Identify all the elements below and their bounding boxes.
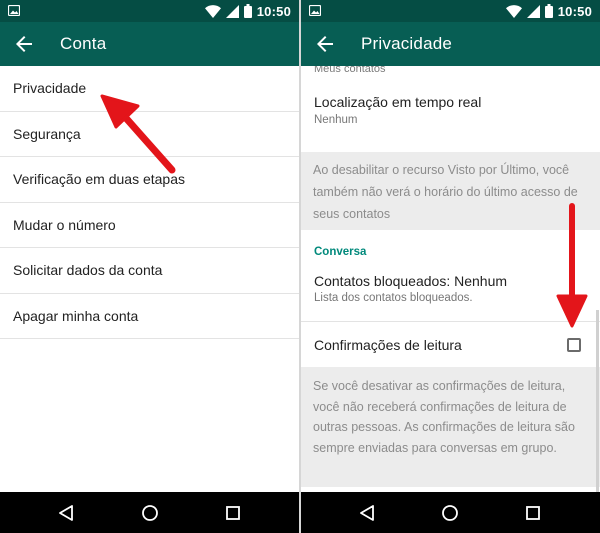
account-menu: Privacidade Segurança Verificação em dua… <box>0 66 299 492</box>
section-header-chat: Conversa <box>314 246 367 258</box>
status-icons: 10:50 <box>505 2 592 20</box>
nav-bar <box>301 492 600 533</box>
arrow-back-icon[interactable] <box>313 32 337 56</box>
menu-item-label: Verificação em duas etapas <box>13 171 185 188</box>
privacy-settings: Meus contatos Localização em tempo real … <box>301 66 600 492</box>
signal-icon <box>225 4 239 18</box>
menu-item-delete-account[interactable]: Apagar minha conta <box>0 294 299 339</box>
privacy-screen: 10:50 Privacidade Meus contatos Localiza… <box>301 0 600 533</box>
setting-subtitle: Lista dos contatos bloqueados. <box>314 292 473 304</box>
menu-item-label: Solicitar dados da conta <box>13 262 163 279</box>
home-circle-icon[interactable] <box>439 502 461 524</box>
image-icon <box>8 5 20 16</box>
menu-item-privacy[interactable]: Privacidade <box>0 66 299 112</box>
read-receipts-checkbox[interactable] <box>567 337 581 352</box>
wifi-icon <box>505 4 522 18</box>
toolbar: Privacidade <box>301 22 600 66</box>
scrollbar[interactable] <box>596 310 599 492</box>
battery-icon <box>544 4 553 18</box>
setting-title: Contatos bloqueados: Nenhum <box>314 273 508 289</box>
account-screen: 10:50 Conta Privacidade Segurança Verifi… <box>0 0 299 533</box>
menu-item-label: Mudar o número <box>13 216 116 233</box>
setting-blocked-contacts[interactable]: Contatos bloqueados: Nenhum Lista dos co… <box>301 260 600 322</box>
partial-setting-value: Meus contatos <box>314 66 386 75</box>
setting-value: Nenhum <box>314 114 358 126</box>
status-bar: 10:50 <box>301 0 600 22</box>
read-receipts-info: Se você desativar as confirmações de lei… <box>301 367 600 487</box>
setting-read-receipts[interactable]: Confirmações de leitura <box>301 322 600 367</box>
menu-item-security[interactable]: Segurança <box>0 112 299 157</box>
image-icon <box>309 5 321 16</box>
nav-bar <box>0 492 299 533</box>
menu-item-change-number[interactable]: Mudar o número <box>0 203 299 248</box>
status-bar: 10:50 <box>0 0 299 22</box>
last-seen-info: Ao desabilitar o recurso Visto por Últim… <box>301 152 600 230</box>
home-circle-icon[interactable] <box>139 502 161 524</box>
back-triangle-icon[interactable] <box>357 502 379 524</box>
menu-item-request-info[interactable]: Solicitar dados da conta <box>0 248 299 294</box>
signal-icon <box>526 4 540 18</box>
menu-item-label: Segurança <box>13 125 81 142</box>
battery-icon <box>243 4 252 18</box>
status-time: 10:50 <box>557 3 592 19</box>
page-title: Privacidade <box>361 34 453 53</box>
menu-item-two-step[interactable]: Verificação em duas etapas <box>0 157 299 203</box>
setting-title: Confirmações de leitura <box>314 336 462 353</box>
menu-item-label: Apagar minha conta <box>13 307 139 324</box>
setting-title: Localização em tempo real <box>314 94 482 110</box>
setting-live-location[interactable]: Localização em tempo real Nenhum <box>301 79 600 152</box>
status-time: 10:50 <box>256 3 291 19</box>
arrow-back-icon[interactable] <box>12 32 36 56</box>
wifi-icon <box>204 4 221 18</box>
recents-square-icon[interactable] <box>222 502 244 524</box>
toolbar: Conta <box>0 22 299 66</box>
recents-square-icon[interactable] <box>522 502 544 524</box>
menu-item-label: Privacidade <box>13 80 87 97</box>
page-title: Conta <box>60 34 107 53</box>
back-triangle-icon[interactable] <box>56 502 78 524</box>
status-icons: 10:50 <box>204 2 291 20</box>
